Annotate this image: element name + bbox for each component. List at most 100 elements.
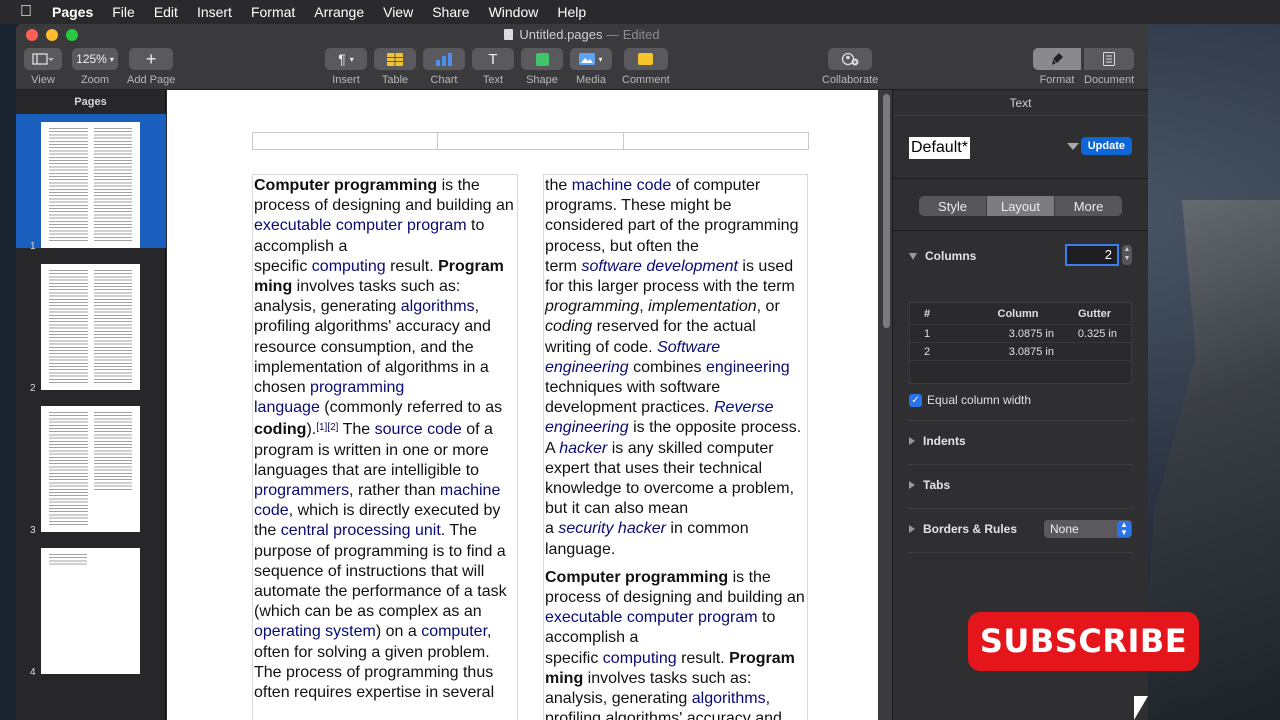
paragraph-style-row: Default* Update [909,136,1132,160]
header-right[interactable] [624,133,808,149]
page-thumbnail-1[interactable]: 1 [16,114,166,252]
pages-sidebar: Pages 1 2 3 4 [16,90,166,720]
add-page-tool[interactable]: + Add Page [127,48,175,86]
add-page-button[interactable]: + [129,48,174,70]
divider [893,230,1148,231]
subscribe-button[interactable]: SUBSCRIBE [968,612,1199,671]
menu-help[interactable]: Help [557,4,586,20]
chart-button[interactable] [423,48,465,70]
chart-label: Chart [430,74,458,86]
page-number: 1 [30,241,36,252]
page-thumbnail-3[interactable]: 3 [16,398,166,536]
page-thumbnail-2[interactable]: 2 [16,256,166,394]
header-column: Column [997,307,1039,320]
menu-share[interactable]: Share [432,4,469,20]
apple-icon[interactable]:  [20,3,32,21]
divider [907,420,1134,421]
format-tool[interactable]: Format [1033,48,1081,86]
tab-style[interactable]: Style [919,196,987,216]
comment-tool[interactable]: Comment [622,48,670,86]
menu-window[interactable]: Window [489,4,539,20]
equal-column-width-option[interactable]: ✓ Equal column width [909,393,1031,407]
sidebar-view-icon [32,53,54,65]
text-tool[interactable]: T Text [472,48,514,86]
page-preview [41,548,140,674]
comment-button[interactable] [623,48,668,70]
collaborate-button[interactable] [828,48,873,70]
inspector-tabs: Style Layout More [919,196,1122,216]
menu-file[interactable]: File [112,4,135,20]
zoom-label: Zoom [80,74,110,86]
table-header-row: # Column Gutter [910,303,1131,325]
menu-edit[interactable]: Edit [154,4,178,20]
table-button[interactable] [374,48,416,70]
document-canvas[interactable]: Computer programming is the process of d… [167,90,892,720]
divider [893,178,1148,179]
menu-app-name[interactable]: Pages [52,4,93,20]
page-number: 4 [30,667,36,678]
header-left[interactable] [253,133,439,149]
collaborate-tool[interactable]: Collaborate [822,48,878,86]
page-thumbnail-4[interactable]: 4 [16,540,166,678]
table-row[interactable]: 2 3.0875 in [910,343,1131,361]
format-button[interactable] [1033,48,1081,70]
page-preview [41,122,140,248]
comment-icon [638,53,654,65]
columns-count-field[interactable]: 2 [1065,244,1119,266]
indents-label: Indents [923,434,966,448]
text-button[interactable]: T [472,48,514,70]
header-fields[interactable] [252,132,809,150]
equal-width-label: Equal column width [927,393,1032,407]
borders-label: Borders & Rules [923,522,1018,536]
borders-select[interactable]: None ▲ ▼ [1044,520,1132,538]
update-style-button[interactable]: Update [1080,137,1132,155]
table-tool[interactable]: Table [374,48,416,86]
checkbox-checked-icon[interactable]: ✓ [909,393,922,407]
zoom-select[interactable]: 125% ▾ [72,48,118,70]
shape-button[interactable] [521,48,563,70]
tab-more[interactable]: More [1055,196,1122,216]
menu-arrange[interactable]: Arrange [314,4,364,20]
chart-tool[interactable]: Chart [423,48,465,86]
column-width[interactable]: 3.0875 in [944,328,1058,340]
indents-section-toggle[interactable]: Indents [909,434,966,448]
header-gutter: Gutter [1078,307,1111,320]
paragraph-style-name[interactable]: Default* [909,137,970,159]
view-tool[interactable]: View [24,48,62,86]
gutter-width[interactable]: 0.325 in [1058,328,1131,340]
text-column-1[interactable]: Computer programming is the process of d… [252,174,518,720]
chevron-down-icon[interactable] [1067,143,1079,150]
menu-view[interactable]: View [383,4,413,20]
media-button[interactable]: ▾ [570,48,612,70]
page-preview [41,406,140,532]
divider [907,552,1134,553]
columns-stepper[interactable]: ▲ ▼ [1122,245,1132,265]
shape-label: Shape [526,74,558,86]
document-page[interactable]: Computer programming is the process of d… [167,90,878,720]
columns-section-toggle[interactable]: Columns [909,249,976,263]
insert-button[interactable]: ¶ ▾ [325,48,367,70]
zoom-tool[interactable]: 125% ▾ Zoom [72,48,118,86]
text-column-2[interactable]: the machine code of computer programs. T… [543,174,808,720]
chart-icon [436,52,452,66]
menu-insert[interactable]: Insert [197,4,232,20]
menu-format[interactable]: Format [251,4,295,20]
document-tool[interactable]: Document [1084,48,1134,86]
text-label: Text [482,74,504,86]
column-width[interactable]: 3.0875 in [944,346,1058,358]
table-row[interactable]: 1 3.0875 in 0.325 in [910,325,1131,343]
borders-section-toggle[interactable]: Borders & Rules [909,522,1017,536]
tab-layout[interactable]: Layout [987,196,1055,216]
tabs-section-toggle[interactable]: Tabs [909,478,950,492]
column-number: 1 [923,327,931,340]
table-label: Table [381,74,409,86]
document-label: Document [1084,74,1135,86]
view-button[interactable] [24,48,62,70]
media-tool[interactable]: ▾ Media [570,48,612,86]
header-center[interactable] [438,133,624,149]
shape-tool[interactable]: Shape [521,48,563,86]
tabs-label: Tabs [923,478,951,492]
document-button[interactable] [1084,48,1135,70]
vertical-scrollbar[interactable] [883,94,890,328]
insert-tool[interactable]: ¶ ▾ Insert [325,48,367,86]
